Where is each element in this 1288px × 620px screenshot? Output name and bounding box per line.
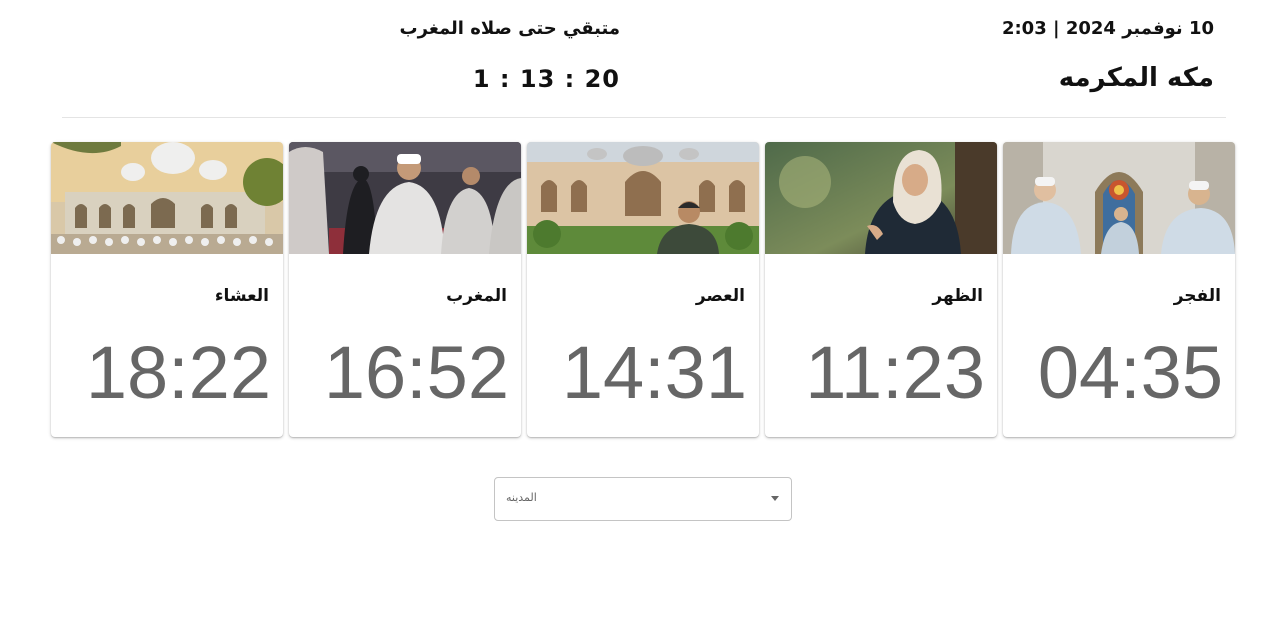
prayer-image bbox=[51, 142, 283, 254]
prayer-image bbox=[1003, 142, 1235, 254]
date-time: 10 نوفمبر 2024 | 2:03 bbox=[1001, 18, 1214, 39]
next-prayer-label: متبقي حتى صلاه المغرب bbox=[399, 18, 620, 39]
prayer-card-asr: العصر 14:31 bbox=[527, 142, 759, 437]
prayer-time: 04:35 bbox=[1037, 331, 1223, 414]
dropdown-arrow-icon[interactable] bbox=[771, 496, 779, 501]
prayer-card-dhuhr: الظهر 11:23 bbox=[765, 142, 997, 437]
prayer-card-maghrib: المغرب 16:52 bbox=[289, 142, 521, 437]
prayer-time: 11:23 bbox=[805, 331, 985, 414]
prayer-time: 14:31 bbox=[561, 331, 747, 414]
prayer-name: الظهر bbox=[932, 286, 983, 306]
prayer-image bbox=[289, 142, 521, 254]
prayer-name: العصر bbox=[695, 286, 745, 306]
prayer-time: 18:22 bbox=[85, 331, 271, 414]
prayer-name: المغرب bbox=[446, 286, 507, 306]
city-select-placeholder: المدينه bbox=[506, 491, 537, 504]
prayer-name: العشاء bbox=[214, 286, 269, 306]
page-header: 10 نوفمبر 2024 | 2:03 مكه المكرمه متبقي … bbox=[62, 0, 1226, 118]
prayer-image bbox=[765, 142, 997, 254]
prayer-cards: الفجر 04:35 الظهر 11:23 العصر 14:31 المغ… bbox=[51, 142, 1235, 437]
city-select[interactable]: المدينه bbox=[494, 477, 792, 521]
countdown-timer: 1 : 13 : 20 bbox=[472, 65, 620, 93]
prayer-image bbox=[527, 142, 759, 254]
city-title: مكه المكرمه bbox=[1058, 63, 1214, 93]
prayer-name: الفجر bbox=[1173, 286, 1221, 306]
prayer-card-isha: العشاء 18:22 bbox=[51, 142, 283, 437]
prayer-time: 16:52 bbox=[323, 331, 509, 414]
prayer-card-fajr: الفجر 04:35 bbox=[1003, 142, 1235, 437]
